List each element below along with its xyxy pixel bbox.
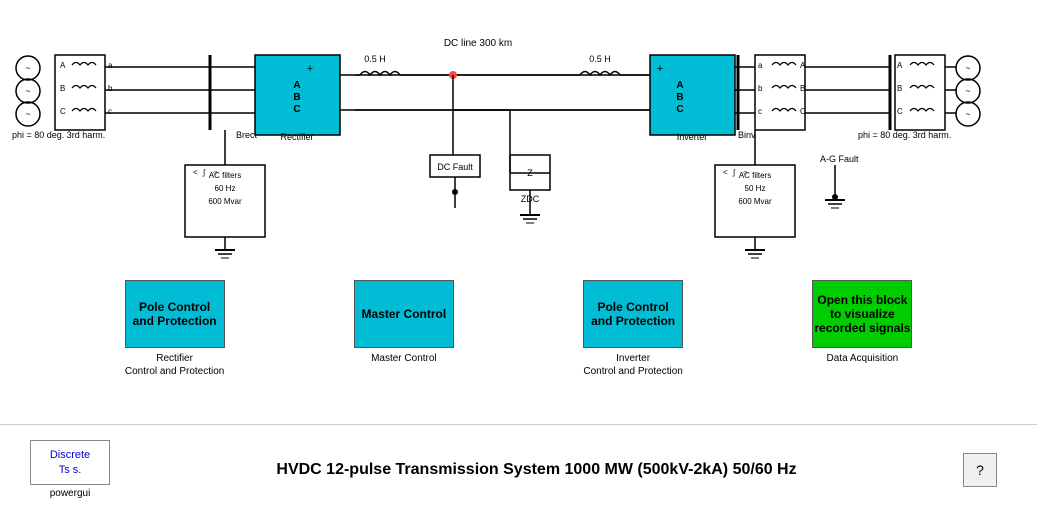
svg-text:phi = 80 deg. 3rd harm.: phi = 80 deg. 3rd harm. bbox=[858, 130, 951, 140]
svg-text:Inverter: Inverter bbox=[677, 132, 708, 142]
svg-text:~: ~ bbox=[965, 86, 970, 96]
svg-text:B: B bbox=[800, 84, 805, 93]
svg-text:○: ○ bbox=[743, 168, 748, 177]
inverter-pole-control-block[interactable]: Pole Controland Protection bbox=[583, 280, 683, 348]
svg-text:A: A bbox=[897, 61, 903, 70]
svg-text:phi = 80 deg. 3rd harm.: phi = 80 deg. 3rd harm. bbox=[12, 130, 105, 140]
data-acquisition-label: Open this blockto visualizerecorded sign… bbox=[814, 293, 910, 335]
powergui-label: powergui bbox=[50, 488, 91, 499]
svg-text:C: C bbox=[676, 104, 683, 115]
rectifier-pole-label: Pole Controland Protection bbox=[133, 300, 217, 328]
svg-text:<: < bbox=[193, 168, 198, 177]
svg-text:Binv: Binv bbox=[738, 130, 756, 140]
help-button[interactable]: ? bbox=[963, 453, 997, 487]
svg-text:600 Mvar: 600 Mvar bbox=[738, 197, 772, 206]
svg-text:A-G Fault: A-G Fault bbox=[820, 154, 859, 164]
svg-text:600 Mvar: 600 Mvar bbox=[208, 197, 242, 206]
rectifier-control-wrap: Pole Controland Protection Rectifier Con… bbox=[125, 280, 225, 378]
master-control-block[interactable]: Master Control bbox=[354, 280, 454, 348]
circuit-diagram: DC line 300 km ~ ~ ~ A B C a b c phi = 8… bbox=[0, 0, 1037, 270]
svg-text:A: A bbox=[60, 61, 66, 70]
data-acquisition-block[interactable]: Open this blockto visualizerecorded sign… bbox=[812, 280, 912, 348]
svg-text:c: c bbox=[108, 107, 112, 116]
svg-text:~: ~ bbox=[25, 109, 30, 119]
inverter-control-wrap: Pole Controland Protection Inverter Cont… bbox=[583, 280, 683, 378]
svg-text:B: B bbox=[897, 84, 902, 93]
svg-text:A: A bbox=[800, 61, 806, 70]
master-control-wrap: Master Control Master Control bbox=[354, 280, 454, 365]
bottom-section: Discrete Ts s. powergui HVDC 12-pulse Tr… bbox=[0, 424, 1037, 514]
svg-text:~: ~ bbox=[25, 86, 30, 96]
svg-text:C: C bbox=[800, 107, 806, 116]
rectifier-pole-control-block[interactable]: Pole Controland Protection bbox=[125, 280, 225, 348]
svg-text:A: A bbox=[676, 80, 683, 91]
powergui-text: Discrete Ts s. bbox=[50, 448, 90, 477]
data-acquisition-sublabel: Data Acquisition bbox=[827, 352, 899, 365]
svg-text:B: B bbox=[60, 84, 65, 93]
main-canvas: 500kV, 60 Hz 5000 MVA equivalent 345kV, … bbox=[0, 0, 1037, 514]
rectifier-control-label: Rectifier Control and Protection bbox=[125, 352, 225, 378]
svg-text:~: ~ bbox=[25, 63, 30, 73]
svg-text:<: < bbox=[723, 168, 728, 177]
svg-text:b: b bbox=[758, 84, 763, 93]
svg-text:0.5 H: 0.5 H bbox=[364, 54, 386, 64]
svg-text:○: ○ bbox=[213, 168, 218, 177]
svg-text:b: b bbox=[108, 84, 113, 93]
svg-text:60 Hz: 60 Hz bbox=[215, 184, 236, 193]
powergui-block[interactable]: Discrete Ts s. bbox=[30, 440, 110, 485]
svg-text:DC Fault: DC Fault bbox=[437, 162, 473, 172]
dc-line-label: DC line 300 km bbox=[444, 38, 512, 49]
master-control-label: Master Control bbox=[362, 307, 447, 321]
svg-text:A: A bbox=[293, 80, 300, 91]
svg-text:C: C bbox=[60, 107, 66, 116]
inverter-pole-label: Pole Controland Protection bbox=[591, 300, 675, 328]
svg-text:Rectifier: Rectifier bbox=[280, 132, 313, 142]
svg-text:B: B bbox=[293, 92, 300, 103]
svg-text:~: ~ bbox=[965, 109, 970, 119]
svg-text:50 Hz: 50 Hz bbox=[745, 184, 766, 193]
inverter-control-label: Inverter Control and Protection bbox=[583, 352, 683, 378]
svg-text:a: a bbox=[758, 61, 763, 70]
data-acquisition-wrap: Open this blockto visualizerecorded sign… bbox=[812, 280, 912, 365]
svg-text:B: B bbox=[676, 92, 683, 103]
control-blocks-row: Pole Controland Protection Rectifier Con… bbox=[0, 280, 1037, 378]
svg-text:+: + bbox=[307, 63, 313, 75]
svg-text:+: + bbox=[657, 63, 663, 75]
svg-text:0.5 H: 0.5 H bbox=[589, 54, 611, 64]
powergui-wrap: Discrete Ts s. powergui bbox=[30, 440, 110, 499]
svg-text:a: a bbox=[108, 61, 113, 70]
svg-text:C: C bbox=[897, 107, 903, 116]
master-control-sublabel: Master Control bbox=[371, 352, 437, 365]
main-title: HVDC 12-pulse Transmission System 1000 M… bbox=[110, 461, 963, 479]
svg-text:C: C bbox=[293, 104, 300, 115]
svg-text:~: ~ bbox=[965, 63, 970, 73]
svg-text:c: c bbox=[758, 107, 762, 116]
